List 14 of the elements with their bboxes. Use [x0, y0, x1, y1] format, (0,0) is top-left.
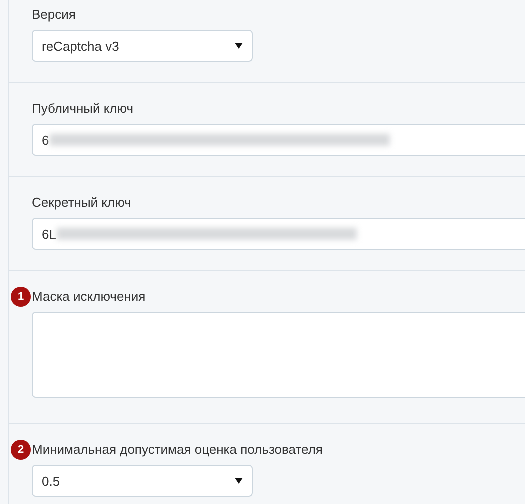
- dropdown[interactable]: reCaptcha v3: [32, 30, 253, 62]
- field-label: Версия: [32, 7, 76, 22]
- step-badge: 2: [11, 440, 31, 460]
- caret-icon: [235, 478, 243, 484]
- field-label: Минимальная допустимая оценка пользователя: [32, 442, 323, 457]
- text-area[interactable]: [32, 312, 525, 398]
- dropdown[interactable]: 0.5: [32, 465, 253, 497]
- caret-icon: [235, 43, 243, 49]
- field-label: Публичный ключ: [32, 101, 134, 116]
- field-label: Маска исключения: [32, 289, 146, 304]
- input-field[interactable]: 6L: [32, 218, 525, 250]
- input-field[interactable]: 6: [32, 124, 525, 156]
- step-badge: 1: [11, 287, 31, 307]
- field-label: Секретный ключ: [32, 195, 132, 210]
